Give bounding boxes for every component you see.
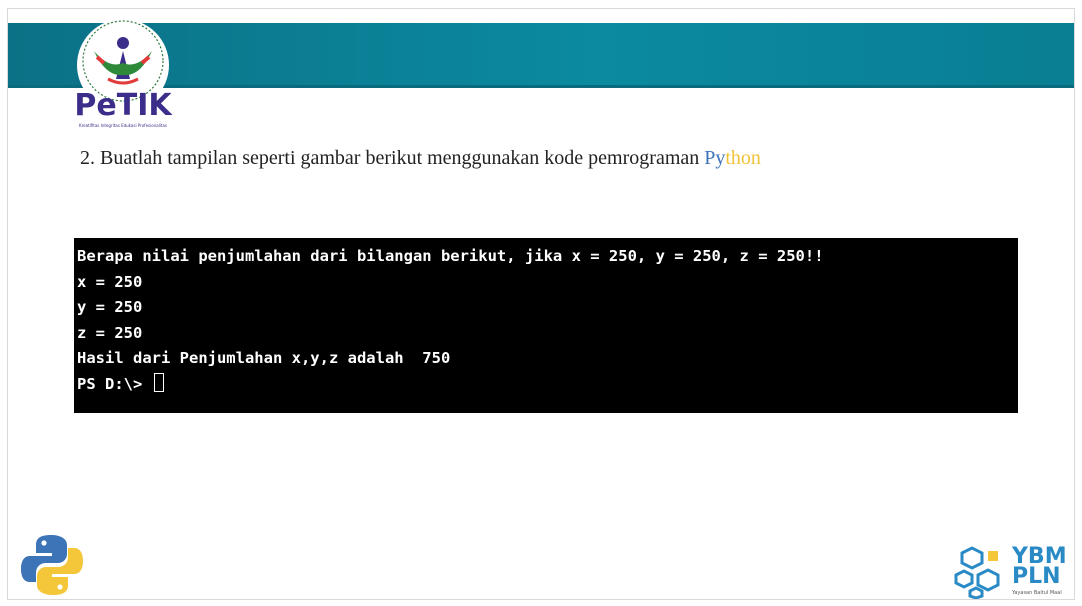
petik-logo-text: PeTIK — [74, 88, 173, 123]
ybm-wordmark: YBM PLN — [1012, 544, 1067, 589]
slide: PeTIK Kreatifitas Integritas Edukasi Pro… — [7, 8, 1075, 600]
terminal-line: Berapa nilai penjumlahan dari bilangan b… — [77, 247, 824, 265]
ybm-emblem-icon — [954, 546, 1000, 599]
cursor-icon — [153, 372, 164, 392]
ybm-pln-logo: YBM PLN Yayasan Baitul Maal — [952, 544, 1074, 599]
terminal-line: Hasil dari Penjumlahan x,y,z adalah 750 — [77, 349, 451, 367]
python-logo — [21, 535, 83, 595]
python-word: Python — [704, 147, 761, 169]
petik-logo: PeTIK Kreatifitas Integritas Edukasi Pro… — [74, 19, 173, 128]
terminal-line: x = 250 — [77, 272, 143, 291]
petik-tagline: Kreatifitas Integritas Edukasi Profesion… — [79, 123, 167, 128]
terminal-line: y = 250 — [77, 298, 143, 316]
terminal-prompt-line[interactable]: PS D:\> — [77, 372, 1018, 398]
question-number: 2. — [80, 147, 95, 169]
terminal-prompt: PS D:\> — [77, 374, 152, 393]
terminal-output: Berapa nilai penjumlahan dari bilangan b… — [74, 238, 1018, 413]
ybm-subtitle: Yayasan Baitul Maal — [1012, 590, 1062, 596]
terminal-line: z = 250 — [77, 323, 143, 342]
question-text: 2. Buatlah tampilan seperti gambar berik… — [80, 147, 761, 170]
question-body: Buatlah tampilan seperti gambar berikut … — [100, 147, 700, 169]
